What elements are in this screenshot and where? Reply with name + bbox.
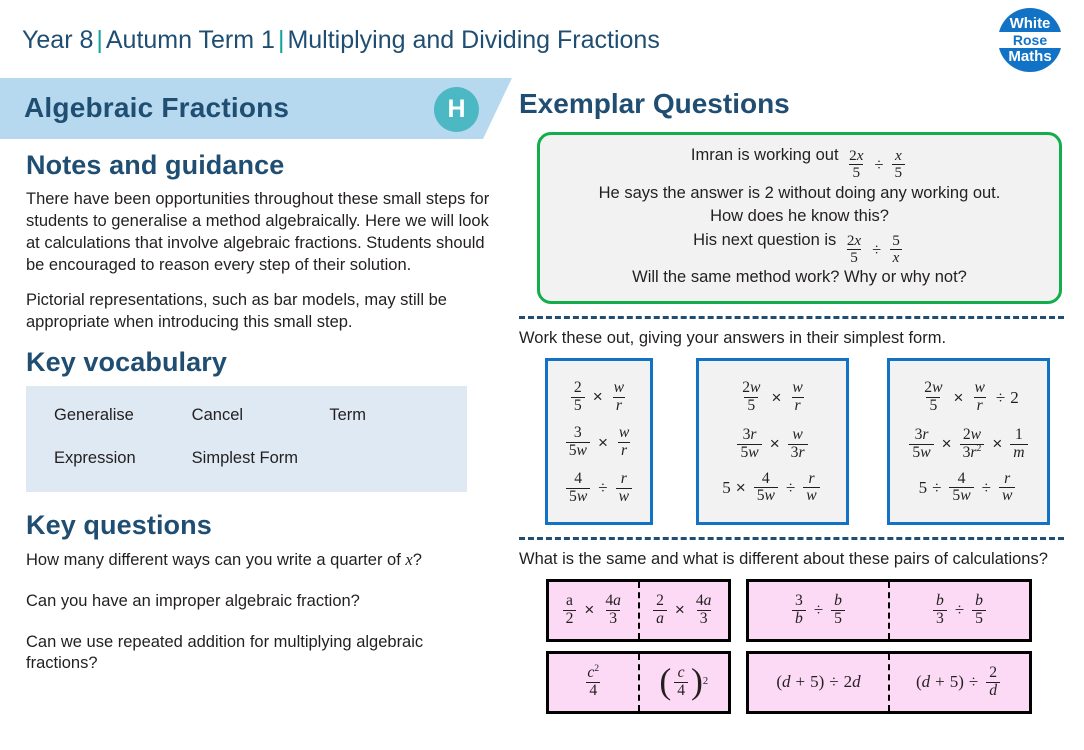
logo-line-maths: Maths bbox=[1008, 48, 1052, 65]
right-column: Exemplar Questions Imran is working out … bbox=[519, 88, 1064, 714]
calculation: 2w 5 × w r ÷ 2 bbox=[924, 379, 1019, 415]
white-rose-maths-logo: White Rose Maths bbox=[998, 8, 1062, 72]
key-question-2: Can you have an improper algebraic fract… bbox=[26, 591, 360, 610]
breadcrumb-separator-2: | bbox=[277, 26, 285, 54]
calculation: 5 × 4 5w ÷ r w bbox=[722, 470, 822, 506]
pink-pairs-grid: a 2 × 4a 3 2 a × 4a 3 3 b ÷ b 5 b 3 ÷ b 5 c2 4 (c 4) 2 (d +5… bbox=[546, 578, 1064, 714]
blue-boxes-row: 2 5 × w r 3 5w × w r 4 5w ÷ r w 2w 5 × w r 3r 5w × w 3r 5 × 4 5… bbox=[545, 357, 1064, 525]
vocabulary-term: Term bbox=[329, 405, 367, 424]
pair-left: c2 4 bbox=[586, 662, 601, 699]
calculation: 5 ÷ 4 5w ÷ r w bbox=[919, 470, 1019, 506]
prompt-line-1-math: 2x 5 ÷ x 5 bbox=[843, 147, 908, 182]
prompt-line-2: He says the answer is 2 without doing an… bbox=[598, 183, 1001, 202]
logo-line-rose: Rose bbox=[998, 32, 1062, 48]
notes-paragraph-1: There have been opportunities throughout… bbox=[26, 190, 490, 274]
prompt-line-4: His next question is 2x 5 ÷ 5 x bbox=[556, 229, 1043, 267]
logo-line-white: White bbox=[1009, 15, 1051, 32]
section-divider-1 bbox=[519, 315, 1064, 319]
calculation: 3 5w × w r bbox=[563, 422, 636, 460]
prompt-line-1: Imran is working out 2x 5 ÷ x 5 bbox=[556, 144, 1043, 182]
pink-pair-box-4: (d +5) ÷ 2 d (d +5) ÷ 2 d bbox=[746, 650, 1032, 714]
instruction-work-these-out: Work these out, giving your answers in t… bbox=[519, 328, 947, 347]
section-divider-2 bbox=[519, 536, 1064, 540]
pair-left: 3 b ÷ b 5 bbox=[749, 582, 888, 639]
prompt-line-4-text: His next question is bbox=[693, 230, 841, 249]
vocabulary-box: Generalise Cancel Term Expression Simple… bbox=[26, 385, 467, 492]
breadcrumb-title: Year 8 | Autumn Term 1 | Multiplying and Div… bbox=[22, 26, 660, 55]
blue-box-column-3: 2w 5 × w r ÷ 2 3r 5w × 2w 3r2 × 1 m 5 ÷ 4 5w ÷ r w bbox=[887, 357, 1050, 525]
breadcrumb-separator-1: | bbox=[96, 26, 103, 54]
vocabulary-heading: Key vocabulary bbox=[26, 346, 227, 377]
breadcrumb-term: Autumn Term 1 bbox=[105, 26, 275, 54]
blue-box-column-2: 2w 5 × w r 3r 5w × w 3r 5 × 4 5w ÷ r w bbox=[696, 357, 849, 525]
pink-row-1: a 2 × 4a 3 2 a × 4a 3 3 b ÷ b 5 b 3 ÷ b 5 bbox=[546, 578, 1064, 642]
calculation: 2w 5 × w r bbox=[742, 379, 804, 415]
key-questions-heading: Key questions bbox=[26, 509, 212, 540]
vocabulary-row: Expression Simplest Form bbox=[26, 449, 467, 468]
calculation: 3r 5w × w 3r bbox=[734, 424, 810, 462]
notes-heading: Notes and guidance bbox=[26, 150, 285, 180]
prompt-line-1-text: Imran is working out bbox=[690, 146, 844, 164]
calculation: 4 5w ÷ r w bbox=[563, 468, 635, 506]
key-question-3: Can we use repeated addition for multipl… bbox=[26, 632, 424, 673]
blue-box-column-1: 2 5 × w r 3 5w × w r 4 5w ÷ r w bbox=[545, 357, 653, 525]
pair-right: (d +5) ÷ 2 d bbox=[888, 653, 1029, 711]
pink-row-2: c2 4 (c 4) 2 (d +5) ÷ 2 d (d +5) ÷ 2 d bbox=[546, 650, 1064, 714]
key-question-1-variable: x bbox=[405, 549, 413, 569]
instruction-same-different: What is the same and what is different a… bbox=[519, 549, 1048, 568]
prompt-line-4-math: 2x 5 ÷ 5 x bbox=[841, 232, 906, 267]
key-question-1: How many different ways can you write a … bbox=[26, 549, 494, 572]
prompt-line-3: How does he know this? bbox=[710, 207, 889, 226]
exemplar-heading: Exemplar Questions bbox=[519, 88, 790, 119]
notes-paragraph-2: Pictorial representations, such as bar m… bbox=[26, 290, 447, 331]
calculation: 2 5 × w r bbox=[568, 377, 630, 415]
key-questions-section: Key questions How many different ways ca… bbox=[26, 510, 494, 676]
pair-right: 2 a × 4a 3 bbox=[637, 581, 729, 639]
pink-pair-box-2: 3 b ÷ b 5 b 3 ÷ b 5 bbox=[746, 578, 1032, 642]
vocabulary-term: Expression bbox=[54, 448, 136, 467]
pair-right: (c 4) 2 bbox=[637, 653, 729, 711]
pink-pair-box-3: c2 4 (c 4) 2 bbox=[546, 650, 731, 714]
vocabulary-term: Simplest Form bbox=[191, 448, 299, 467]
vocabulary-term: Generalise bbox=[54, 405, 134, 424]
vocabulary-term bbox=[329, 449, 467, 468]
left-column: Notes and guidance There have been oppor… bbox=[26, 150, 494, 675]
prompt-line-5: Will the same method work? Why or why no… bbox=[632, 268, 967, 287]
vocabulary-term: Cancel bbox=[191, 405, 244, 424]
vocabulary-row: Generalise Cancel Term bbox=[26, 406, 467, 425]
breadcrumb-year: Year 8 bbox=[22, 26, 94, 54]
higher-tier-badge: H bbox=[434, 87, 479, 132]
calculation: 3r 5w × 2w 3r2 × 1 m bbox=[906, 424, 1030, 462]
pair-left: (d +5) ÷ 2 d bbox=[776, 672, 861, 692]
key-question-1-prefix: How many different ways can you write a … bbox=[26, 550, 406, 569]
pink-pair-box-1: a 2 × 4a 3 2 a × 4a 3 bbox=[546, 578, 731, 642]
pair-right: b 3 ÷ b 5 bbox=[888, 581, 1029, 639]
pair-left: a 2 × 4a 3 bbox=[549, 582, 638, 639]
page-title: Algebraic Fractions bbox=[24, 92, 290, 123]
key-question-1-suffix: ? bbox=[412, 550, 422, 569]
breadcrumb-topic: Multiplying and Dividing Fractions bbox=[287, 26, 660, 54]
exemplar-prompt-box: Imran is working out 2x 5 ÷ x 5 He says the … bbox=[537, 132, 1062, 304]
